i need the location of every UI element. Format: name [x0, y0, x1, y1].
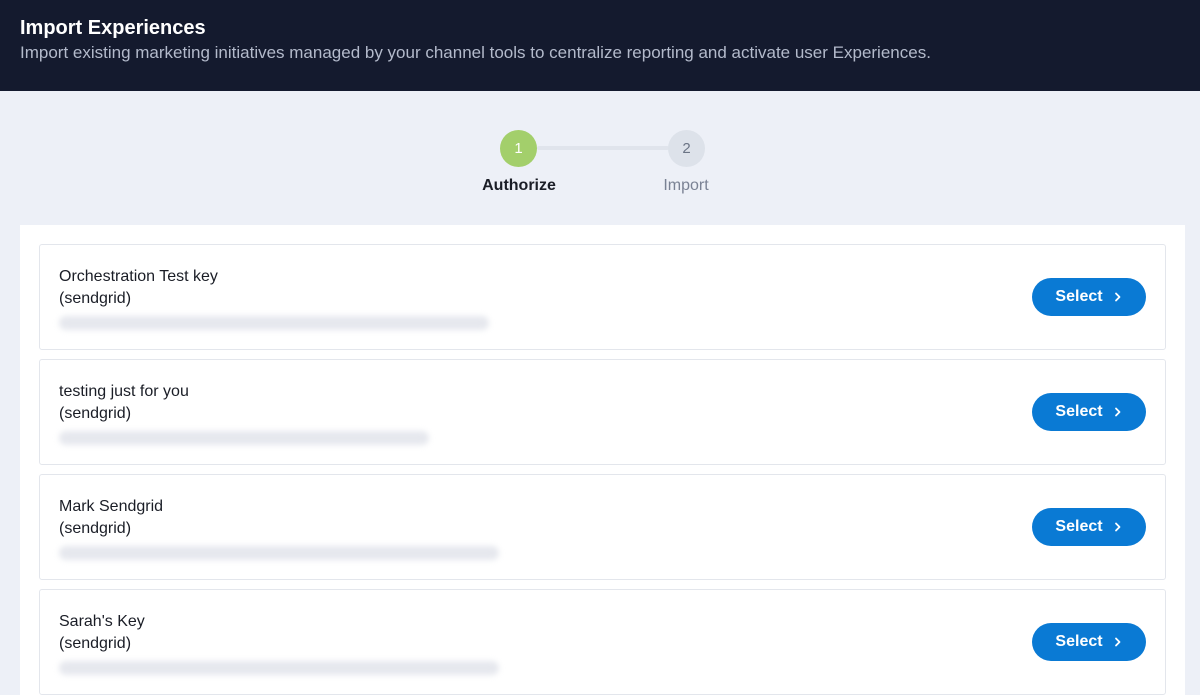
chevron-right-icon — [1114, 637, 1120, 647]
select-key-button[interactable]: Select — [1032, 508, 1146, 546]
key-name: Orchestration Test key — [59, 268, 218, 285]
key-name: testing just for you — [59, 383, 189, 400]
redacted-details — [59, 316, 489, 330]
step-2-label: Import — [663, 177, 709, 194]
key-list-panel: Orchestration Test key (sendgrid) Select… — [20, 225, 1185, 695]
key-card: Sarah's Key (sendgrid) Select — [39, 589, 1166, 695]
select-key-button[interactable]: Select — [1032, 278, 1146, 316]
step-1-indicator[interactable]: 1 — [500, 130, 537, 167]
key-provider: (sendgrid) — [59, 290, 132, 307]
key-provider: (sendgrid) — [59, 635, 132, 652]
key-card: Mark Sendgrid (sendgrid) Select — [39, 474, 1166, 580]
redacted-details — [59, 546, 499, 560]
select-button-label: Select — [1055, 633, 1103, 650]
redacted-details — [59, 661, 499, 675]
key-provider: (sendgrid) — [59, 405, 132, 422]
step-2-indicator[interactable]: 2 — [668, 130, 705, 167]
select-button-label: Select — [1055, 518, 1103, 535]
stepper: 1 2 Authorize Import — [0, 91, 1200, 225]
chevron-right-icon — [1114, 292, 1120, 302]
key-card: Orchestration Test key (sendgrid) Select — [39, 244, 1166, 350]
page-title: Import Experiences — [20, 17, 206, 39]
redacted-details — [59, 431, 429, 445]
select-button-label: Select — [1055, 288, 1103, 305]
key-provider: (sendgrid) — [59, 520, 132, 537]
chevron-right-icon — [1114, 522, 1120, 532]
key-name: Sarah's Key — [59, 613, 145, 630]
stepper-connector — [537, 146, 669, 150]
step-1-label: Authorize — [482, 177, 556, 194]
page-header: Import Experiences Import existing marke… — [0, 0, 1200, 91]
select-key-button[interactable]: Select — [1032, 623, 1146, 661]
select-key-button[interactable]: Select — [1032, 393, 1146, 431]
chevron-right-icon — [1114, 407, 1120, 417]
key-card: testing just for you (sendgrid) Select — [39, 359, 1166, 465]
key-name: Mark Sendgrid — [59, 498, 164, 515]
page-subtitle: Import existing marketing initiatives ma… — [20, 43, 931, 62]
select-button-label: Select — [1055, 403, 1103, 420]
